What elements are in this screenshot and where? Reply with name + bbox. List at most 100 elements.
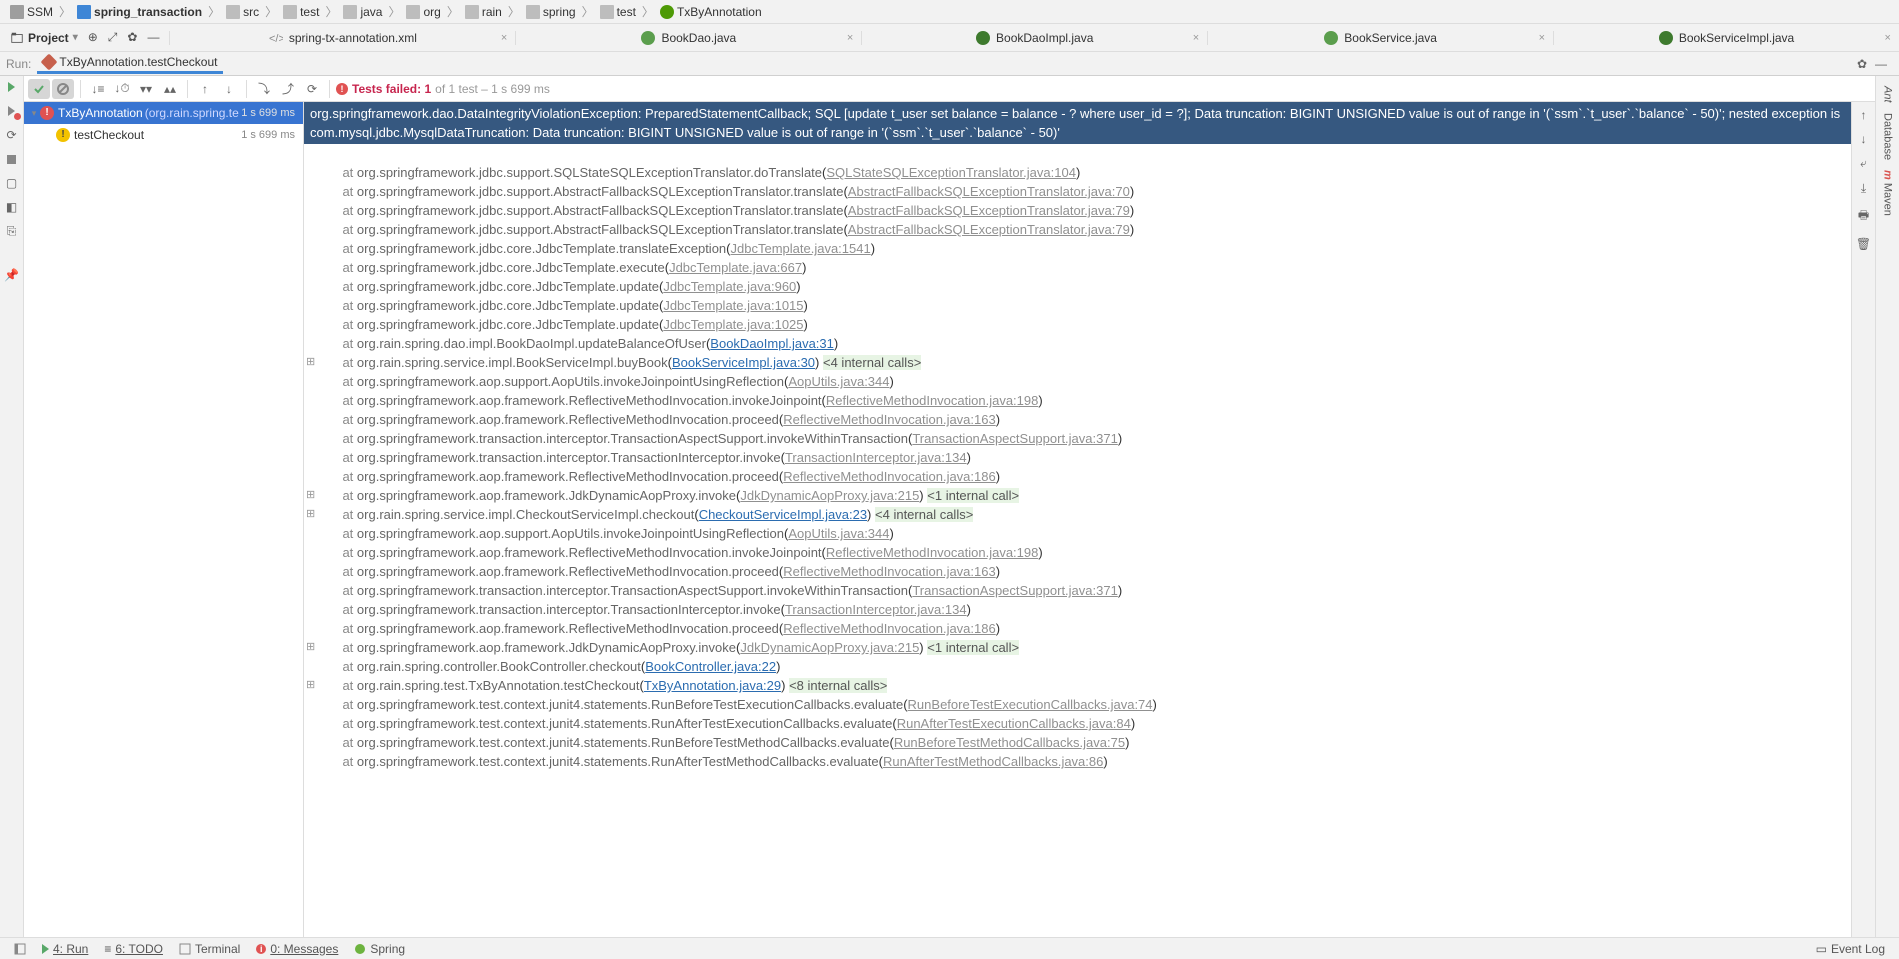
source-link[interactable]: RunAfterTestExecutionCallbacks.java:84 <box>897 716 1131 731</box>
fold-icon[interactable]: ⊞ <box>306 505 315 524</box>
breadcrumb-item[interactable]: org <box>402 5 444 19</box>
maven-tool-button[interactable]: m Maven <box>1882 166 1894 220</box>
internal-calls-badge[interactable]: <4 internal calls> <box>823 355 921 370</box>
breadcrumb-item[interactable]: test <box>596 5 640 19</box>
source-link[interactable]: RunAfterTestMethodCallbacks.java:86 <box>883 754 1103 769</box>
fold-icon[interactable]: ⊞ <box>306 676 315 695</box>
close-icon[interactable]: × <box>847 32 853 44</box>
layout-icon[interactable]: ◧ <box>5 200 19 214</box>
rerun-icon[interactable] <box>5 80 19 94</box>
breadcrumb-item[interactable]: src <box>222 5 263 19</box>
internal-calls-badge[interactable]: <1 internal call> <box>927 488 1019 503</box>
source-link[interactable]: BookDaoImpl.java:31 <box>710 336 834 351</box>
source-link[interactable]: TransactionAspectSupport.java:371 <box>912 583 1117 598</box>
rerun-failed-icon[interactable] <box>5 104 19 118</box>
breadcrumb-item[interactable]: SSM <box>6 5 57 19</box>
source-link[interactable]: BookController.java:22 <box>645 659 776 674</box>
source-link[interactable]: JdbcTemplate.java:1025 <box>663 317 803 332</box>
source-link[interactable]: JdbcTemplate.java:960 <box>663 279 796 294</box>
editor-tab[interactable]: BookService.java × <box>1207 31 1553 45</box>
dump-icon[interactable]: ▢ <box>5 176 19 190</box>
todo-tool-button[interactable]: ≡ 6: TODO <box>96 942 171 956</box>
source-link[interactable]: CheckoutServiceImpl.java:23 <box>699 507 867 522</box>
messages-tool-button[interactable]: i 0: Messages <box>248 942 346 956</box>
fold-icon[interactable]: ⊞ <box>306 353 315 372</box>
source-link[interactable]: ReflectiveMethodInvocation.java:186 <box>783 621 995 636</box>
source-link[interactable]: BookServiceImpl.java:30 <box>672 355 815 370</box>
source-link[interactable]: TransactionAspectSupport.java:371 <box>912 431 1117 446</box>
hide-icon[interactable]: — <box>147 30 159 45</box>
editor-tab[interactable]: BookDao.java × <box>515 31 861 45</box>
breadcrumb-item[interactable]: java <box>339 5 386 19</box>
history-icon[interactable]: ⟳ <box>301 79 323 99</box>
wrap-icon[interactable]: ⤶ <box>1860 156 1867 171</box>
source-link[interactable]: TransactionInterceptor.java:134 <box>785 602 967 617</box>
target-icon[interactable]: ⊕ <box>88 30 98 45</box>
breadcrumb-item[interactable]: rain <box>461 5 506 19</box>
collapse-all-icon[interactable]: ▴▴ <box>159 79 181 99</box>
breadcrumb-item[interactable]: test <box>279 5 323 19</box>
fold-icon[interactable]: ⊞ <box>306 638 315 657</box>
close-icon[interactable]: × <box>1193 32 1199 44</box>
editor-tab[interactable]: BookDaoImpl.java × <box>861 31 1207 45</box>
breadcrumb-item[interactable]: spring <box>522 5 580 19</box>
prev-fail-icon[interactable]: ↑ <box>194 79 216 99</box>
internal-calls-badge[interactable]: <1 internal call> <box>927 640 1019 655</box>
expand-icon[interactable]: ⤢ <box>108 30 118 45</box>
exception-message[interactable]: org.springframework.dao.DataIntegrityVio… <box>304 102 1851 144</box>
source-link[interactable]: AbstractFallbackSQLExceptionTranslator.j… <box>848 203 1130 218</box>
source-link[interactable]: ReflectiveMethodInvocation.java:163 <box>783 564 995 579</box>
ant-tool-button[interactable]: Ant <box>1882 82 1894 107</box>
source-link[interactable]: ReflectiveMethodInvocation.java:198 <box>826 393 1038 408</box>
test-tree[interactable]: ▾ ! TxByAnnotation (org.rain.spring.te 1… <box>24 102 304 937</box>
up-icon[interactable]: ↑ <box>1861 108 1867 122</box>
down-icon[interactable]: ↓ <box>1861 132 1867 146</box>
scroll-end-icon[interactable]: ⤓ <box>1861 181 1866 196</box>
expand-all-icon[interactable]: ▾▾ <box>135 79 157 99</box>
source-link[interactable]: JdbcTemplate.java:1015 <box>663 298 803 313</box>
source-link[interactable]: TransactionInterceptor.java:134 <box>785 450 967 465</box>
run-config-tab[interactable]: TxByAnnotation.testCheckout <box>37 53 223 74</box>
source-link[interactable]: JdkDynamicAopProxy.java:215 <box>740 640 919 655</box>
import-icon[interactable]: ⤵ <box>253 79 275 99</box>
collapse-icon[interactable]: ▾ <box>28 104 40 122</box>
toggle-auto-icon[interactable]: ⟳ <box>5 128 19 142</box>
project-tool-button[interactable]: Project ▾ <box>0 31 88 45</box>
exit-icon[interactable]: ⎘ <box>5 224 19 238</box>
editor-tab[interactable]: BookServiceImpl.java × <box>1553 31 1899 45</box>
terminal-tool-button[interactable]: Terminal <box>171 942 248 956</box>
sort-icon[interactable]: ↓≡ <box>87 79 109 99</box>
source-link[interactable]: TxByAnnotation.java:29 <box>644 678 781 693</box>
source-link[interactable]: AbstractFallbackSQLExceptionTranslator.j… <box>848 222 1130 237</box>
close-icon[interactable]: × <box>501 32 507 44</box>
internal-calls-badge[interactable]: <8 internal calls> <box>789 678 887 693</box>
source-link[interactable]: JdbcTemplate.java:1541 <box>731 241 871 256</box>
stop-icon[interactable] <box>5 152 19 166</box>
test-tree-root[interactable]: ▾ ! TxByAnnotation (org.rain.spring.te 1… <box>24 102 303 124</box>
show-ignored-icon[interactable] <box>52 79 74 99</box>
source-link[interactable]: ReflectiveMethodInvocation.java:163 <box>783 412 995 427</box>
source-link[interactable]: AbstractFallbackSQLExceptionTranslator.j… <box>848 184 1130 199</box>
next-fail-icon[interactable]: ↓ <box>218 79 240 99</box>
source-link[interactable]: JdkDynamicAopProxy.java:215 <box>740 488 919 503</box>
fold-icon[interactable]: ⊞ <box>306 486 315 505</box>
close-icon[interactable]: × <box>1539 32 1545 44</box>
breadcrumb-item[interactable]: TxByAnnotation <box>656 5 766 19</box>
show-passed-icon[interactable] <box>28 79 50 99</box>
breadcrumb-item[interactable]: spring_transaction <box>73 5 206 19</box>
internal-calls-badge[interactable]: <4 internal calls> <box>875 507 973 522</box>
editor-tab[interactable]: </> spring-tx-annotation.xml × <box>169 31 515 45</box>
source-link[interactable]: AopUtils.java:344 <box>788 374 889 389</box>
sort-time-icon[interactable]: ↓⏱ <box>111 79 133 99</box>
close-icon[interactable]: × <box>1885 32 1891 44</box>
clear-icon[interactable]: 🗑 <box>1856 237 1871 251</box>
source-link[interactable]: AopUtils.java:344 <box>788 526 889 541</box>
print-icon[interactable]: 🖶 <box>1858 206 1869 227</box>
source-link[interactable]: JdbcTemplate.java:667 <box>669 260 802 275</box>
source-link[interactable]: RunBeforeTestMethodCallbacks.java:75 <box>894 735 1125 750</box>
source-link[interactable]: ReflectiveMethodInvocation.java:186 <box>783 469 995 484</box>
console-output[interactable]: org.springframework.dao.DataIntegrityVio… <box>304 102 1851 937</box>
run-settings-icon[interactable]: ✿ <box>1857 57 1867 71</box>
run-tool-button[interactable]: 4: Run <box>34 942 96 956</box>
test-tree-item[interactable]: ! testCheckout 1 s 699 ms <box>24 124 303 146</box>
